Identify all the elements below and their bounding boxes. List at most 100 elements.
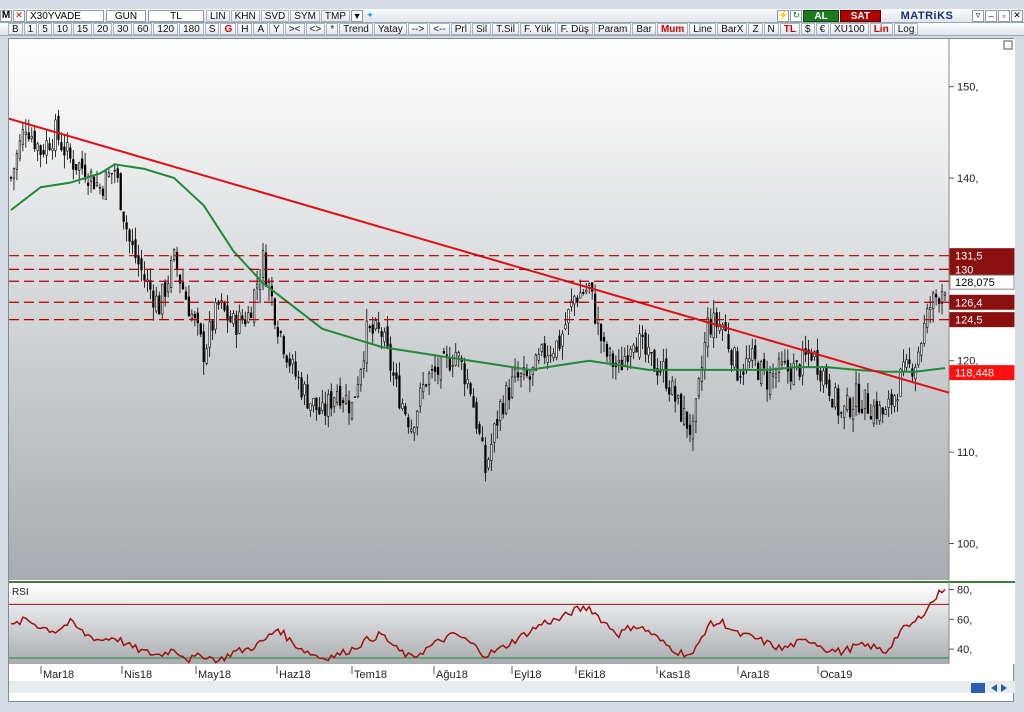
tool-button-38[interactable]: Lin [869, 23, 893, 35]
tool-button-13[interactable]: A [253, 23, 269, 35]
tool-button-31[interactable]: BarX [717, 23, 748, 35]
x-tick-label: Nis18 [124, 669, 152, 681]
tool-button-36[interactable]: € [815, 23, 830, 35]
symbol-field[interactable]: X30YVADE [26, 9, 104, 22]
tool-button-19[interactable]: Yatay [373, 23, 407, 35]
candle-up [887, 398, 890, 408]
candle-up [608, 348, 612, 356]
candle-up [98, 187, 102, 189]
maximize-icon[interactable]: ▫ [998, 9, 1010, 22]
candle-up [51, 148, 54, 151]
tool-button-28[interactable]: Bar [632, 23, 656, 35]
rsi-y-tick-label: 80, [957, 584, 972, 596]
candle-down [158, 295, 161, 315]
tool-button-25[interactable]: F. Yük [519, 23, 556, 35]
price-label: 126,4 [955, 297, 983, 309]
candle-up [632, 344, 635, 353]
candle-up [427, 373, 431, 385]
tool-button-9[interactable]: 180 [179, 23, 204, 35]
candle-down [448, 357, 451, 371]
chart-option-svd[interactable]: SVD [260, 9, 290, 22]
tool-button-29[interactable]: Mum [656, 23, 689, 35]
tool-button-17[interactable]: * [326, 23, 339, 35]
tool-button-7[interactable]: 60 [133, 23, 153, 35]
tool-button-5[interactable]: 20 [93, 23, 113, 35]
candle-down [765, 371, 769, 390]
candle-up [760, 360, 763, 385]
buy-button[interactable]: AL [803, 9, 839, 22]
tool-button-35[interactable]: $ [801, 23, 815, 35]
tool-button-23[interactable]: Sil [471, 23, 492, 35]
twitter-icon[interactable]: ✦ [364, 10, 376, 22]
tool-button-18[interactable]: Trend [339, 23, 373, 35]
chevron-down-icon[interactable]: ▼ [351, 9, 364, 22]
candle-down [152, 290, 155, 308]
candle-up [208, 321, 211, 348]
x-tick-label: Ağu18 [436, 669, 468, 681]
chart-panel[interactable]: 100, 110, 120, 140, 150, 131,5 130 128,075 126,4… [8, 38, 1015, 703]
tool-button-6[interactable]: 30 [113, 23, 133, 35]
tool-button-34[interactable]: TL [779, 23, 800, 35]
candle-up [840, 412, 843, 414]
candle-down [368, 326, 371, 329]
horizontal-scrollbar[interactable] [9, 681, 1015, 693]
tool-button-32[interactable]: Z [748, 23, 763, 35]
tool-button-1[interactable]: 1 [23, 23, 38, 35]
tool-button-24[interactable]: T.Sil [492, 23, 519, 35]
tool-button-27[interactable]: Param [593, 23, 632, 35]
tool-button-10[interactable]: S [204, 23, 220, 35]
candle-up [113, 169, 116, 172]
tool-button-39[interactable]: Log [893, 23, 919, 35]
chart-option-khn[interactable]: KHN [230, 9, 260, 22]
tool-button-30[interactable]: Line [689, 23, 717, 35]
candle-down [475, 402, 478, 429]
tool-button-4[interactable]: 15 [72, 23, 93, 35]
candle-down [122, 211, 125, 222]
candle-down [199, 323, 202, 335]
tool-button-20[interactable]: --> [407, 23, 429, 35]
tool-button-12[interactable]: H [237, 23, 253, 35]
tool-button-33[interactable]: N [763, 23, 779, 35]
price-chart[interactable]: 100,110,120,140,150,131,5130128,075126,4… [8, 39, 1015, 703]
tool-button-0[interactable]: B [8, 23, 23, 35]
tool-button-16[interactable]: <> [305, 23, 326, 35]
rsi-label: RSI [12, 587, 29, 598]
tool-button-21[interactable]: <-- [429, 23, 450, 35]
tool-button-22[interactable]: Prl [450, 23, 471, 35]
minimize-icon[interactable]: – [985, 9, 997, 22]
candle-down [849, 398, 852, 418]
price-label: 131,5 [955, 251, 983, 263]
tool-button-26[interactable]: F. Düş [556, 23, 593, 35]
menu-letter-button[interactable]: M [0, 9, 12, 22]
tool-button-37[interactable]: XU100 [830, 23, 869, 35]
window-close-icon[interactable]: ✕ [1011, 9, 1023, 22]
tool-button-8[interactable]: 120 [153, 23, 179, 35]
candle-up [537, 354, 540, 361]
sell-button[interactable]: SAT [839, 9, 881, 22]
refresh-icon[interactable]: ↻ [790, 9, 803, 22]
currency-selector[interactable]: TL [148, 9, 204, 22]
drawing-tools-group: B 1 5 10 15 20 30 60 120 180 S G H A Y >< <> * Trend Yatay -… [0, 23, 919, 35]
candle-down [244, 319, 247, 325]
candle-down [226, 305, 229, 321]
period-selector[interactable]: GUN [106, 9, 146, 22]
tool-button-11[interactable]: G [220, 23, 237, 35]
tool-button-15[interactable]: >< [284, 23, 305, 35]
lightning-icon[interactable]: ⚡ [777, 9, 790, 22]
candle-up [12, 168, 16, 179]
candle-down [42, 150, 45, 155]
close-icon[interactable]: ✕ [13, 9, 25, 22]
tool-button-3[interactable]: 10 [52, 23, 72, 35]
candle-down [433, 366, 437, 372]
chart-option-tmp[interactable]: TMP [320, 9, 351, 22]
tool-button-14[interactable]: Y [269, 23, 284, 35]
candle-down [626, 355, 629, 362]
chart-option-sym[interactable]: SYM [290, 9, 320, 22]
candle-down [594, 293, 597, 324]
pane-maximize-icon[interactable] [1003, 40, 1013, 50]
expand-icon[interactable]: ▿ [972, 9, 984, 22]
navigator-icon[interactable] [971, 683, 985, 693]
tool-button-2[interactable]: 5 [38, 23, 52, 35]
chart-option-lin[interactable]: LIN [206, 9, 230, 22]
candle-down [786, 359, 789, 372]
